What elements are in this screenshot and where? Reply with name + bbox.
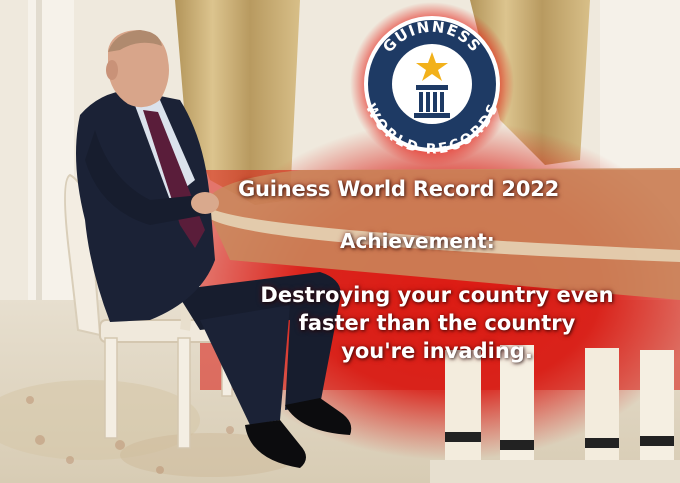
caption-body-line: Destroying your country even	[260, 283, 614, 307]
meme-image: GUINNESS WORLD RECORDS Guiness World Rec…	[0, 0, 680, 483]
guinness-logo: GUINNESS WORLD RECORDS	[350, 2, 514, 166]
hand	[191, 192, 219, 214]
wall-column-left	[28, 0, 74, 300]
caption-body-line: faster than the country	[298, 311, 576, 335]
caption-body: Destroying your country even faster than…	[222, 281, 652, 365]
caption-body-line: you're invading.	[341, 339, 533, 363]
caption-title: Guiness World Record 2022	[238, 177, 560, 201]
caption-subtitle: Achievement:	[340, 229, 495, 253]
